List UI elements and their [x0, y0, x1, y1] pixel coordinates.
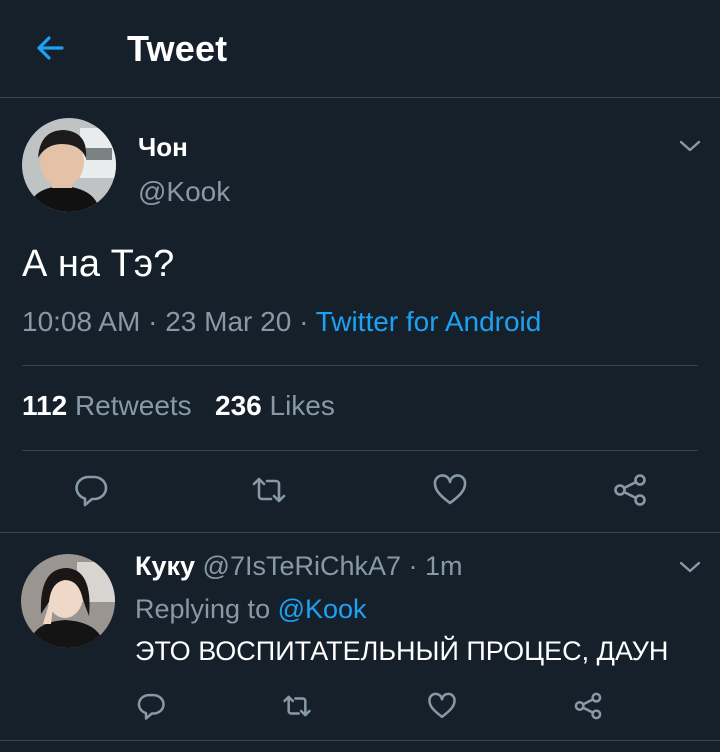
- like-icon[interactable]: [432, 472, 468, 508]
- avatar[interactable]: [22, 118, 116, 212]
- reply-text: ЭТО ВОСПИТАТЕЛЬНЫЙ ПРОЦЕС, ДАУН: [135, 636, 669, 666]
- retweets-stat[interactable]: 112 Retweets: [22, 390, 192, 421]
- chevron-down-icon[interactable]: [677, 558, 703, 576]
- replying-to-prefix: Replying to: [135, 594, 271, 624]
- chevron-down-icon[interactable]: [677, 137, 703, 155]
- likes-stat[interactable]: 236 Likes: [215, 390, 335, 421]
- arrow-left-icon[interactable]: [32, 30, 68, 66]
- retweet-icon[interactable]: [282, 691, 312, 721]
- replying-to-handle[interactable]: @Kook: [278, 594, 367, 624]
- like-icon[interactable]: [427, 691, 457, 721]
- reply-header: Куку @7IsTeRiChkA7 · 1m: [135, 551, 463, 582]
- likes-label: Likes: [269, 390, 335, 421]
- replying-to: Replying to @Kook: [135, 594, 367, 625]
- author-name[interactable]: Чон: [138, 132, 188, 163]
- tweet-meta: 10:08 AM · 23 Mar 20 · Twitter for Andro…: [22, 306, 541, 338]
- meta-separator: ·: [148, 306, 158, 337]
- divider: [22, 450, 698, 451]
- reply-icon[interactable]: [73, 472, 109, 508]
- likes-count: 236: [215, 390, 262, 421]
- page-title: Tweet: [127, 28, 228, 69]
- share-icon[interactable]: [612, 472, 648, 508]
- reply-author-handle[interactable]: @7IsTeRiChkA7: [203, 551, 401, 581]
- tweet-text: А на Тэ?: [22, 243, 175, 285]
- tweet-stats: 112 Retweets 236 Likes: [22, 390, 335, 422]
- reply-time: · 1m: [408, 551, 463, 581]
- top-bar: Tweet: [0, 0, 720, 98]
- share-icon[interactable]: [573, 691, 603, 721]
- tweet-source-link[interactable]: Twitter for Android: [316, 306, 542, 337]
- meta-separator: ·: [299, 306, 309, 337]
- divider: [0, 740, 720, 741]
- tweet-time: 10:08 AM: [22, 306, 141, 337]
- retweet-icon[interactable]: [251, 472, 287, 508]
- reply-icon[interactable]: [136, 691, 166, 721]
- tweet-date: 23 Mar 20: [165, 306, 292, 337]
- retweets-label: Retweets: [74, 390, 192, 421]
- reply-avatar[interactable]: [21, 554, 115, 648]
- divider: [22, 365, 698, 366]
- retweets-count: 112: [22, 390, 68, 421]
- reply-author-name[interactable]: Куку: [135, 551, 195, 581]
- divider: [0, 532, 720, 533]
- author-handle[interactable]: @Kook: [138, 176, 230, 208]
